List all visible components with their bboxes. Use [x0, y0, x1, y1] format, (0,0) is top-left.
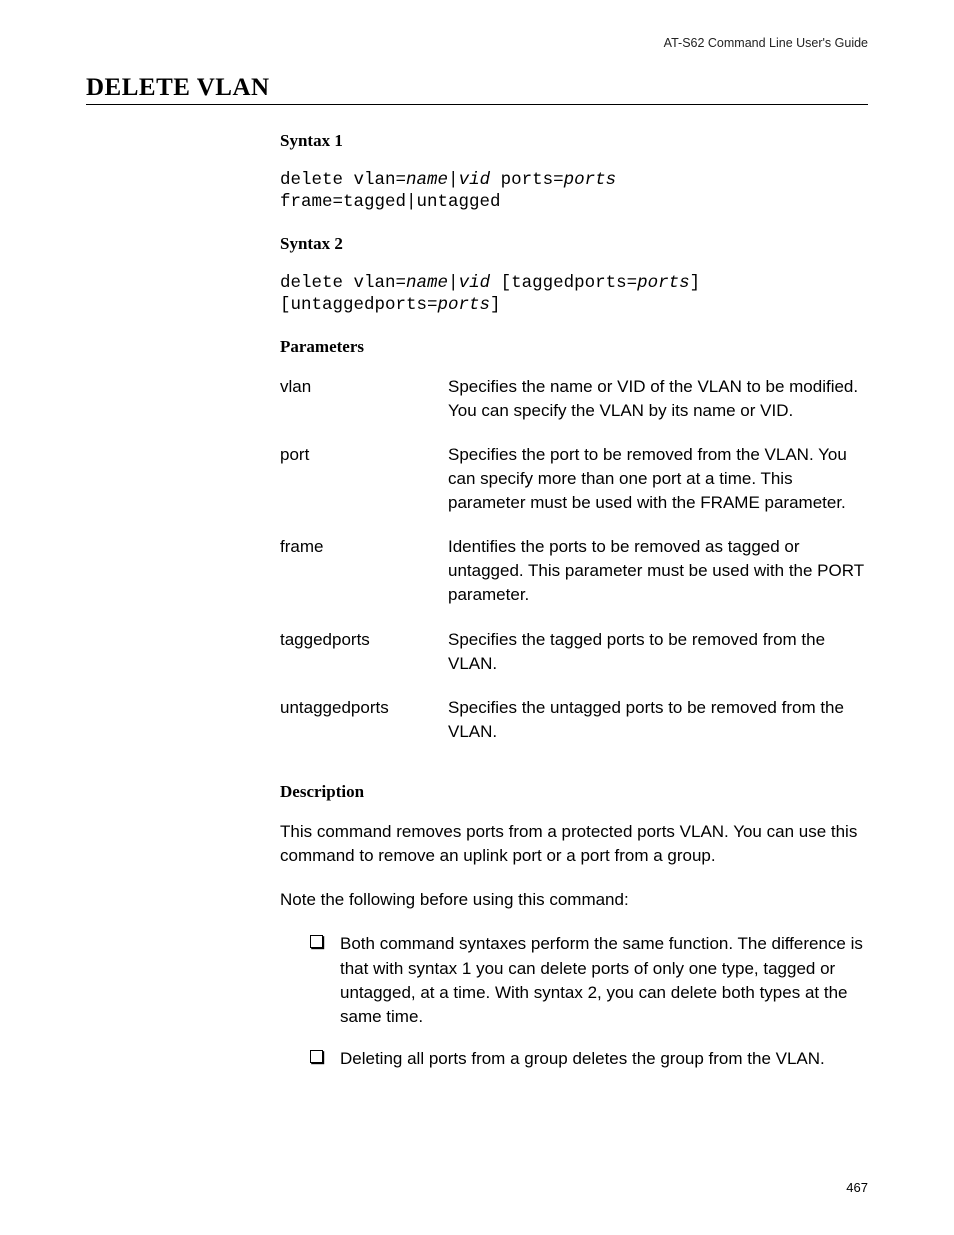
param-desc: Specifies the name or VID of the VLAN to…	[448, 375, 868, 443]
code-text: frame=tagged|untagged	[280, 192, 501, 212]
code-arg: name	[406, 170, 448, 190]
code-arg: ports	[438, 295, 491, 315]
syntax1-heading: Syntax 1	[280, 131, 868, 151]
param-row: port Specifies the port to be removed fr…	[280, 443, 868, 535]
code-text: |	[448, 273, 459, 293]
code-arg: name	[406, 273, 448, 293]
code-text: ]	[690, 273, 701, 293]
param-name: frame	[280, 535, 448, 627]
param-name: port	[280, 443, 448, 535]
checkbox-icon	[310, 1050, 323, 1063]
param-row: frame Identifies the ports to be removed…	[280, 535, 868, 627]
code-text: [untaggedports=	[280, 295, 438, 315]
section-title: DELETE VLAN	[86, 74, 868, 105]
code-text: ]	[490, 295, 501, 315]
syntax1-code: delete vlan=name|vid ports=ports frame=t…	[280, 169, 868, 214]
parameters-table: vlan Specifies the name or VID of the VL…	[280, 375, 868, 765]
list-item-text: Both command syntaxes perform the same f…	[340, 934, 863, 1025]
description-para: This command removes ports from a protec…	[280, 820, 868, 868]
code-text: delete vlan=	[280, 273, 406, 293]
code-arg: vid	[459, 273, 491, 293]
param-row: taggedports Specifies the tagged ports t…	[280, 628, 868, 696]
list-item: Deleting all ports from a group deletes …	[310, 1047, 868, 1071]
code-text: [taggedports=	[490, 273, 637, 293]
param-desc: Specifies the tagged ports to be removed…	[448, 628, 868, 696]
param-name: taggedports	[280, 628, 448, 696]
description-para: Note the following before using this com…	[280, 888, 868, 912]
code-arg: ports	[637, 273, 690, 293]
checkbox-icon	[310, 935, 323, 948]
list-item: Both command syntaxes perform the same f…	[310, 932, 868, 1029]
param-desc: Specifies the port to be removed from th…	[448, 443, 868, 535]
code-text: delete vlan=	[280, 170, 406, 190]
description-heading: Description	[280, 782, 868, 802]
param-name: vlan	[280, 375, 448, 443]
description-bullets: Both command syntaxes perform the same f…	[310, 932, 868, 1071]
param-row: untaggedports Specifies the untagged por…	[280, 696, 868, 764]
code-arg: ports	[564, 170, 617, 190]
param-desc: Specifies the untagged ports to be remov…	[448, 696, 868, 764]
code-text: |	[448, 170, 459, 190]
parameters-heading: Parameters	[280, 337, 868, 357]
syntax2-code: delete vlan=name|vid [taggedports=ports]…	[280, 272, 868, 317]
content-body: Syntax 1 delete vlan=name|vid ports=port…	[280, 131, 868, 1071]
param-desc: Identifies the ports to be removed as ta…	[448, 535, 868, 627]
page-number: 467	[846, 1180, 868, 1195]
code-text: ports=	[490, 170, 564, 190]
code-arg: vid	[459, 170, 491, 190]
list-item-text: Deleting all ports from a group deletes …	[340, 1049, 825, 1068]
header-guide-title: AT-S62 Command Line User's Guide	[86, 36, 868, 50]
syntax2-heading: Syntax 2	[280, 234, 868, 254]
page: AT-S62 Command Line User's Guide DELETE …	[0, 0, 954, 1235]
param-row: vlan Specifies the name or VID of the VL…	[280, 375, 868, 443]
param-name: untaggedports	[280, 696, 448, 764]
